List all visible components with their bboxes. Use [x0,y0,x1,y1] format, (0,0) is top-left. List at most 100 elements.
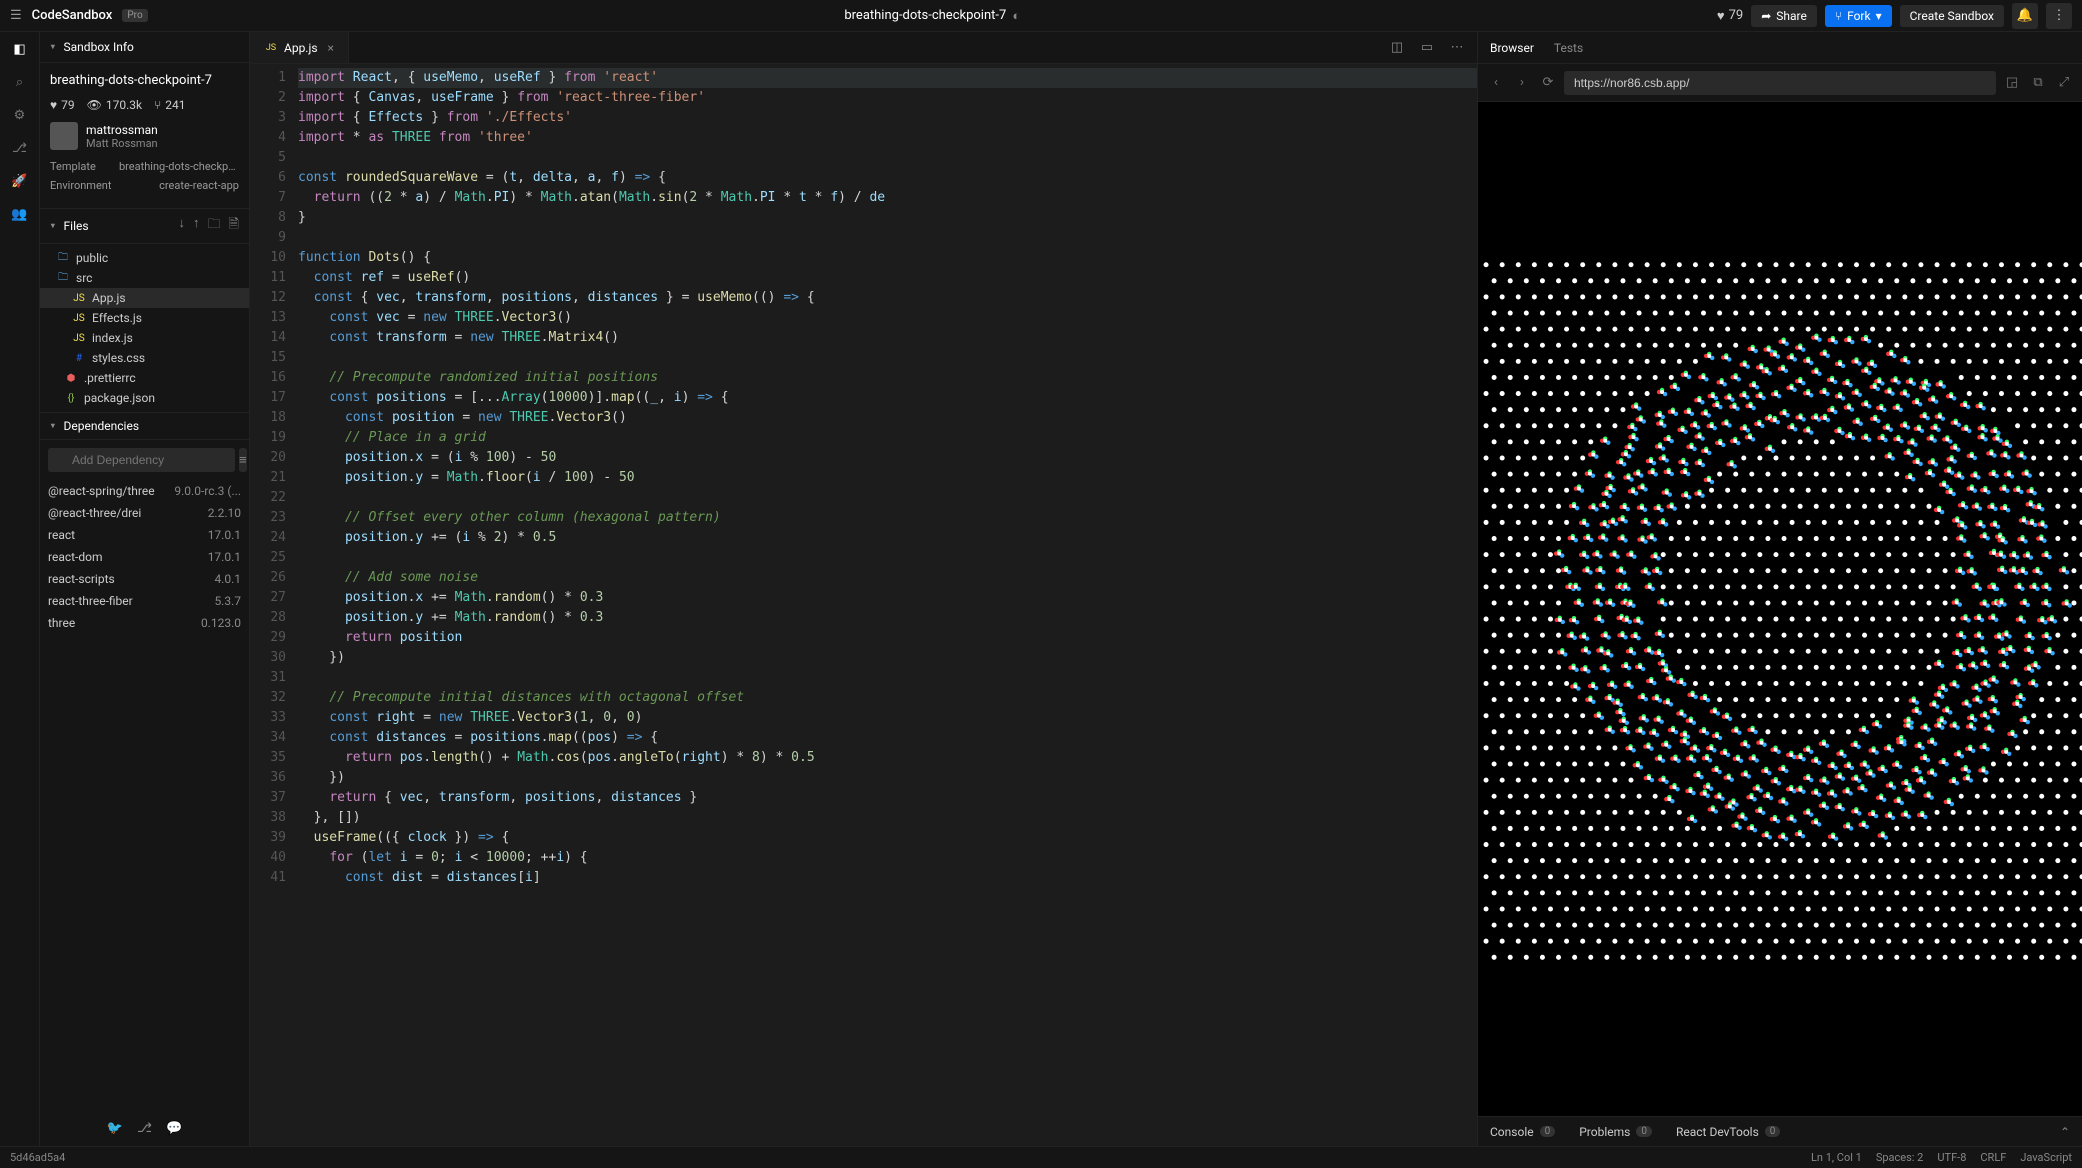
tab-app-js[interactable]: JS App.js × [250,32,349,63]
heart-icon: ♥ [1717,8,1725,24]
json-icon: {} [64,391,78,405]
share-icon: ➦ [1761,9,1771,23]
encoding[interactable]: UTF-8 [1937,1151,1966,1164]
dependency-row[interactable]: @react-three/drei2.2.10 [48,502,241,524]
file-package-json[interactable]: {}package.json [40,388,249,408]
twitter-icon[interactable]: 🐦 [107,1121,123,1136]
preview-canvas [1478,102,2082,1116]
new-folder-icon[interactable]: 🗀 [208,215,221,237]
github-icon[interactable]: ⎇ [137,1121,152,1136]
dependency-menu-button[interactable]: ≡ [239,448,247,472]
editor-area: JS App.js × ◫ ▭ ⋯ 1234567891011121314151… [250,32,1477,1146]
files-header[interactable]: Files ↓ ↑ 🗀 🗎 [40,208,249,244]
dependency-row[interactable]: react-three-fiber5.3.7 [48,590,241,612]
search-icon[interactable]: ⌕ [16,75,23,90]
sidebar: Sandbox Info breathing-dots-checkpoint-7… [40,32,250,1146]
url-input[interactable] [1564,71,1996,95]
folder-src[interactable]: 🗀src [40,268,249,288]
fork-button[interactable]: ⑂ Fork ▾ [1825,5,1892,27]
eol[interactable]: CRLF [1980,1151,2006,1164]
file-effects-js[interactable]: JSEffects.js [40,308,249,328]
tabs-bar: JS App.js × ◫ ▭ ⋯ [250,32,1477,64]
git-branch[interactable]: 5d46ad5a4 [10,1151,65,1164]
split-editor-icon[interactable]: ◫ [1383,34,1411,62]
dependency-row[interactable]: react-scripts4.0.1 [48,568,241,590]
dependency-row[interactable]: react17.0.1 [48,524,241,546]
console-tab[interactable]: Console0 [1490,1125,1555,1139]
close-icon[interactable]: × [328,41,334,55]
download-icon[interactable]: ↓ [179,215,186,237]
back-icon[interactable]: ‹ [1486,75,1506,90]
explorer-icon[interactable]: ◧ [13,42,25,57]
fork-icon: ⑂ [154,98,161,112]
notifications-button[interactable]: 🔔 [2012,3,2038,29]
github-icon[interactable]: ⎇ [12,141,27,156]
dependencies-header[interactable]: Dependencies [40,412,249,440]
create-sandbox-button[interactable]: Create Sandbox [1900,5,2004,27]
deploy-icon[interactable]: 🚀 [11,174,27,189]
expand-console-icon[interactable]: ⌃ [2060,1125,2070,1139]
pro-badge: Pro [122,9,147,22]
template-value[interactable]: breathing-dots-checkpoint-6 [119,160,239,173]
problems-tab[interactable]: Problems0 [1579,1125,1652,1139]
reload-icon[interactable]: ⟳ [1538,75,1558,90]
folder-icon: 🗀 [56,251,70,265]
settings-icon[interactable]: ⚙ [14,108,26,123]
preview-pane: Browser Tests ‹ › ⟳ ◲ ⧉ ⤢ Console0 Probl… [1477,32,2082,1146]
file-app-js[interactable]: JSApp.js [40,288,249,308]
topbar: ☰ CodeSandbox Pro breathing-dots-checkpo… [0,0,2082,32]
pip-icon[interactable]: ◲ [2002,75,2022,90]
js-icon: JS [264,41,278,55]
open-external-icon[interactable]: ⤢ [2054,75,2074,90]
upload-icon[interactable]: ↑ [193,215,200,237]
layout-icon[interactable]: ▭ [1413,34,1441,62]
code-editor[interactable]: 1234567891011121314151617181920212223242… [250,64,1477,1146]
forward-icon[interactable]: › [1512,75,1532,90]
new-file-icon[interactable]: 🗎 [229,215,239,237]
bell-icon: 🔔 [2017,8,2033,23]
indent-setting[interactable]: Spaces: 2 [1876,1151,1924,1164]
author-username: mattrossman [86,123,158,137]
heart-icon: ♥ [50,98,57,112]
template-label: Template [50,160,96,173]
live-icon[interactable]: 👥 [11,207,27,222]
cursor-position[interactable]: Ln 1, Col 1 [1811,1151,1862,1164]
config-icon: ⬢ [64,371,78,385]
author-realname: Matt Rossman [86,137,158,150]
statusbar: 5d46ad5a4 Ln 1, Col 1 Spaces: 2 UTF-8 CR… [0,1146,2082,1168]
env-label: Environment [50,179,111,192]
fork-icon: ⑂ [1835,9,1842,23]
dependency-row[interactable]: three0.123.0 [48,612,241,634]
avatar [50,122,78,150]
dependency-search-wrap [48,448,235,472]
eye-icon: 👁 [87,98,102,112]
js-icon: JS [72,291,86,305]
dependency-row[interactable]: react-dom17.0.1 [48,546,241,568]
file-styles-css[interactable]: #styles.css [40,348,249,368]
share-button[interactable]: ➦ Share [1751,5,1817,27]
file-prettierrc[interactable]: ⬢.prettierrc [40,368,249,388]
sync-icon: ◐ [1012,8,1020,24]
more-icon[interactable]: ⋯ [1443,34,1471,62]
console-bar: Console0 Problems0 React DevTools0 ⌃ [1478,1116,2082,1146]
like-count[interactable]: ♥ 79 [1717,8,1743,24]
sandbox-info-header[interactable]: Sandbox Info [40,32,249,63]
browser-tab[interactable]: Browser [1490,41,1534,55]
file-index-js[interactable]: JSindex.js [40,328,249,348]
more-menu-button[interactable]: ⋮ [2046,3,2072,29]
project-title: breathing-dots-checkpoint-7 [844,8,1006,23]
folder-icon: 🗀 [56,271,70,285]
file-tree: 🗀public 🗀src JSApp.js JSEffects.js JSind… [40,244,249,412]
language-mode[interactable]: JavaScript [2020,1151,2072,1164]
folder-public[interactable]: 🗀public [40,248,249,268]
discord-icon[interactable]: 💬 [166,1121,182,1136]
dependency-search-input[interactable] [48,448,235,472]
tests-tab[interactable]: Tests [1554,41,1583,55]
menu-icon[interactable]: ☰ [10,8,22,23]
author-info[interactable]: mattrossman Matt Rossman [50,122,239,150]
env-value[interactable]: create-react-app [159,179,239,192]
js-icon: JS [72,311,86,325]
copy-icon[interactable]: ⧉ [2028,75,2048,90]
dependency-row[interactable]: @react-spring/three9.0.0-rc.3 (... [48,480,241,502]
devtools-tab[interactable]: React DevTools0 [1676,1125,1780,1139]
